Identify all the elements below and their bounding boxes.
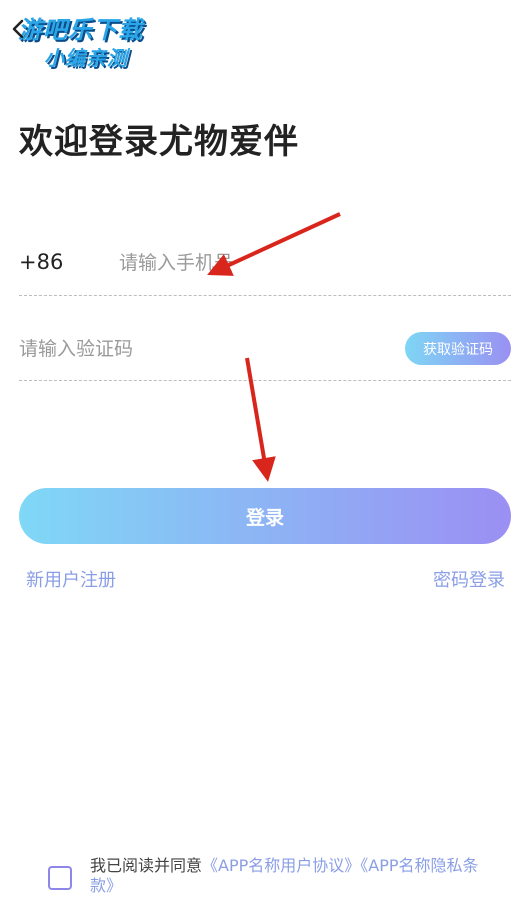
- watermark-line-2: 小编亲测: [44, 46, 128, 70]
- chevron-left-icon[interactable]: [8, 18, 30, 40]
- watermark: 游吧乐下载 小编亲测: [14, 10, 154, 70]
- phone-input[interactable]: [119, 248, 499, 278]
- password-login-link[interactable]: 密码登录: [433, 566, 505, 592]
- user-agreement-link[interactable]: 《APP名称用户协议》: [202, 856, 360, 875]
- country-code[interactable]: +86: [19, 250, 63, 274]
- agreement-prefix: 我已阅读并同意: [90, 856, 203, 875]
- watermark-line-1: 游吧乐下载: [18, 16, 143, 44]
- get-code-button[interactable]: 获取验证码: [405, 332, 511, 365]
- verification-code-input[interactable]: [19, 334, 379, 364]
- code-field-row: 获取验证码: [19, 326, 511, 381]
- phone-field-row: +86: [19, 240, 511, 296]
- agreement-text: 我已阅读并同意《APP名称用户协议》《APP名称隐私条款》: [90, 856, 490, 896]
- login-button[interactable]: 登录: [19, 488, 511, 544]
- register-link[interactable]: 新用户注册: [26, 566, 116, 592]
- page-title: 欢迎登录尤物爱伴: [19, 122, 299, 162]
- agreement-checkbox[interactable]: [48, 866, 72, 890]
